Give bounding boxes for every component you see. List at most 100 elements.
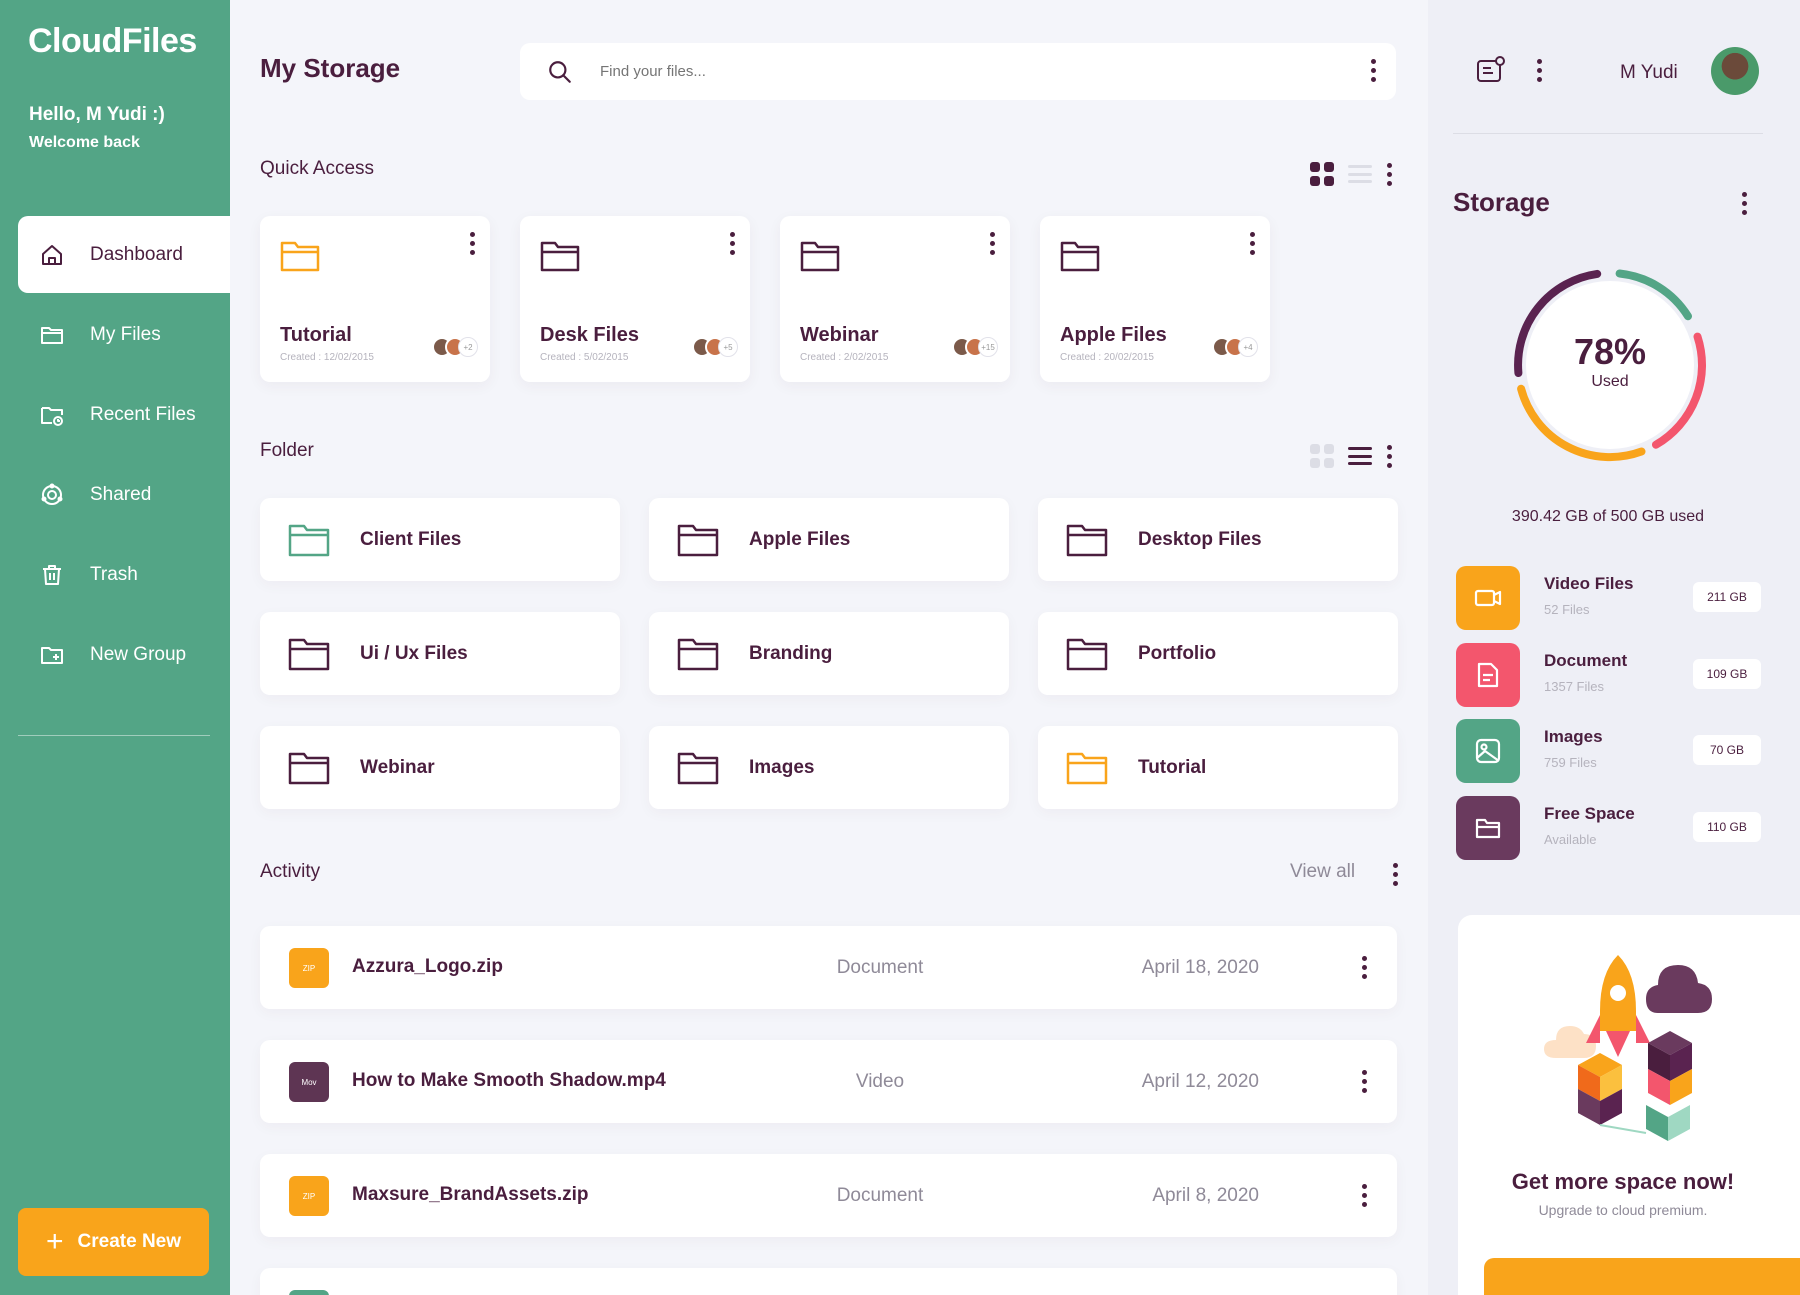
trash-icon (38, 561, 66, 589)
storage-category-document[interactable]: Document 1357 Files 109 GB (1456, 643, 1761, 707)
search-icon[interactable] (547, 59, 573, 85)
sidebar-item-label: Trash (90, 563, 138, 585)
search-bar (520, 43, 1396, 100)
category-count: 52 Files (1544, 602, 1590, 617)
member-avatars: +15 (952, 337, 998, 357)
sidebar-item-label: New Group (90, 643, 187, 665)
sidebar-item-label: My Files (90, 323, 161, 345)
card-more-icon[interactable] (469, 232, 475, 255)
card-created-date: Created : 20/02/2015 (1060, 352, 1154, 363)
folder-name: Images (749, 756, 815, 778)
create-new-label: Create New (77, 1231, 182, 1252)
folder-name: Ui / Ux Files (360, 642, 468, 664)
activity-row[interactable]: Mov How to Make Smooth Shadow.mp4 Video … (260, 1040, 1397, 1123)
notification-icon[interactable] (1476, 55, 1506, 85)
sidebar-item-trash[interactable]: Trash (18, 536, 230, 613)
storage-summary: 390.42 GB of 500 GB used (1511, 508, 1705, 525)
activity-file-name: Maxsure_BrandAssets.zip (352, 1184, 589, 1205)
folder-name: Client Files (360, 528, 462, 550)
folder-tile[interactable]: Ui / Ux Files (260, 612, 620, 695)
folder-tile[interactable]: Branding (649, 612, 1009, 695)
welcome-text: Welcome back (29, 134, 140, 151)
folder-tile[interactable]: Apple Files (649, 498, 1009, 581)
rocket-illustration (1544, 955, 1712, 1141)
user-name[interactable]: M Yudi (1620, 62, 1678, 84)
sidebar-item-label: Dashboard (90, 243, 183, 265)
divider (1453, 133, 1763, 134)
sidebar-item-shared[interactable]: Shared (18, 456, 230, 533)
folder-name: Desktop Files (1138, 528, 1262, 550)
folder-tile[interactable]: Images (649, 726, 1009, 809)
card-title: Desk Files (540, 324, 639, 346)
sidebar-item-recent-files[interactable]: Recent Files (18, 376, 230, 453)
promo-subtitle: Upgrade to cloud premium. (1538, 1202, 1708, 1218)
activity-row[interactable]: ZIP Azzura_Logo.zip Document April 18, 2… (260, 926, 1397, 1009)
quick-access-card[interactable]: Desk Files Created : 5/02/2015 +5 (520, 216, 750, 382)
list-view-icon[interactable] (1348, 445, 1372, 467)
activity-file-name: Azzura_Logo.zip (352, 956, 503, 977)
member-avatars: +2 (432, 337, 478, 357)
folder-icon (288, 638, 330, 670)
plus-icon: + (45, 1225, 64, 1258)
grid-view-icon[interactable] (1310, 162, 1334, 186)
member-avatars: +5 (692, 337, 738, 357)
user-menu-icon[interactable] (1536, 58, 1542, 82)
row-more-icon[interactable] (1361, 1070, 1367, 1093)
activity-row[interactable] (260, 1268, 1397, 1295)
storage-category-images[interactable]: Images 759 Files 70 GB (1456, 719, 1761, 783)
quick-access-card[interactable]: Apple Files Created : 20/02/2015 +4 (1040, 216, 1270, 382)
shared-icon (38, 481, 66, 509)
card-more-icon[interactable] (1249, 232, 1255, 255)
quick-access-card[interactable]: Tutorial Created : 12/02/2015 +2 (260, 216, 490, 382)
card-more-icon[interactable] (989, 232, 995, 255)
view-all-link[interactable]: View all (1290, 861, 1355, 883)
upgrade-account-button[interactable] (1484, 1258, 1800, 1295)
row-more-icon[interactable] (1361, 1184, 1367, 1207)
storage-category-free-space[interactable]: Free Space Available 110 GB (1456, 796, 1761, 860)
activity-row[interactable]: ZIP Maxsure_BrandAssets.zip Document Apr… (260, 1154, 1397, 1237)
folder-tile[interactable]: Desktop Files (1038, 498, 1398, 581)
app-logo[interactable]: CloudFiles (28, 22, 197, 61)
extra-members-count: +4 (1238, 337, 1258, 357)
quick-access-card[interactable]: Webinar Created : 2/02/2015 +15 (780, 216, 1010, 382)
folder-more-icon[interactable] (1386, 444, 1392, 468)
folder-tile[interactable]: Portfolio (1038, 612, 1398, 695)
search-input[interactable] (600, 63, 1320, 80)
grid-view-icon[interactable] (1310, 444, 1334, 468)
folder-tile[interactable]: Webinar (260, 726, 620, 809)
search-options-icon[interactable] (1370, 59, 1376, 82)
category-size: 110 GB (1693, 812, 1761, 842)
folder-tile[interactable]: Client Files (260, 498, 620, 581)
sidebar-item-dashboard[interactable]: Dashboard (18, 216, 230, 293)
folder-icon (1060, 241, 1100, 272)
folder-tile[interactable]: Tutorial (1038, 726, 1398, 809)
sidebar-item-new-group[interactable]: New Group (18, 616, 230, 693)
sidebar-item-label: Recent Files (90, 403, 196, 425)
recent-folder-icon (38, 401, 66, 429)
folder-icon (677, 752, 719, 784)
card-more-icon[interactable] (729, 232, 735, 255)
list-view-icon[interactable] (1348, 163, 1372, 185)
add-folder-icon (38, 641, 66, 669)
sidebar-item-my-files[interactable]: My Files (18, 296, 230, 373)
storage-more-icon[interactable] (1741, 192, 1747, 215)
sidebar-nav: Dashboard My Files Recent Files Shared T… (18, 216, 230, 696)
page-title: My Storage (260, 53, 401, 83)
avatar[interactable] (1711, 47, 1759, 95)
card-title: Apple Files (1060, 324, 1167, 346)
row-more-icon[interactable] (1361, 956, 1367, 979)
create-new-button[interactable]: + Create New (18, 1208, 209, 1276)
activity-more-icon[interactable] (1392, 863, 1398, 886)
zip-file-icon: ZIP (289, 948, 329, 988)
storage-percent: 78% (1573, 331, 1647, 372)
card-title: Tutorial (280, 324, 352, 346)
folder-icon (38, 321, 66, 349)
quick-access-more-icon[interactable] (1386, 162, 1392, 186)
category-size: 70 GB (1693, 735, 1761, 765)
folder-name: Branding (749, 642, 833, 664)
activity-date: April 12, 2020 (1141, 1071, 1259, 1092)
zip-file-icon: ZIP (289, 1176, 329, 1216)
category-count: 1357 Files (1544, 679, 1604, 694)
folder-view-toggle (1310, 444, 1392, 468)
storage-category-video[interactable]: Video Files 52 Files 211 GB (1456, 566, 1761, 630)
